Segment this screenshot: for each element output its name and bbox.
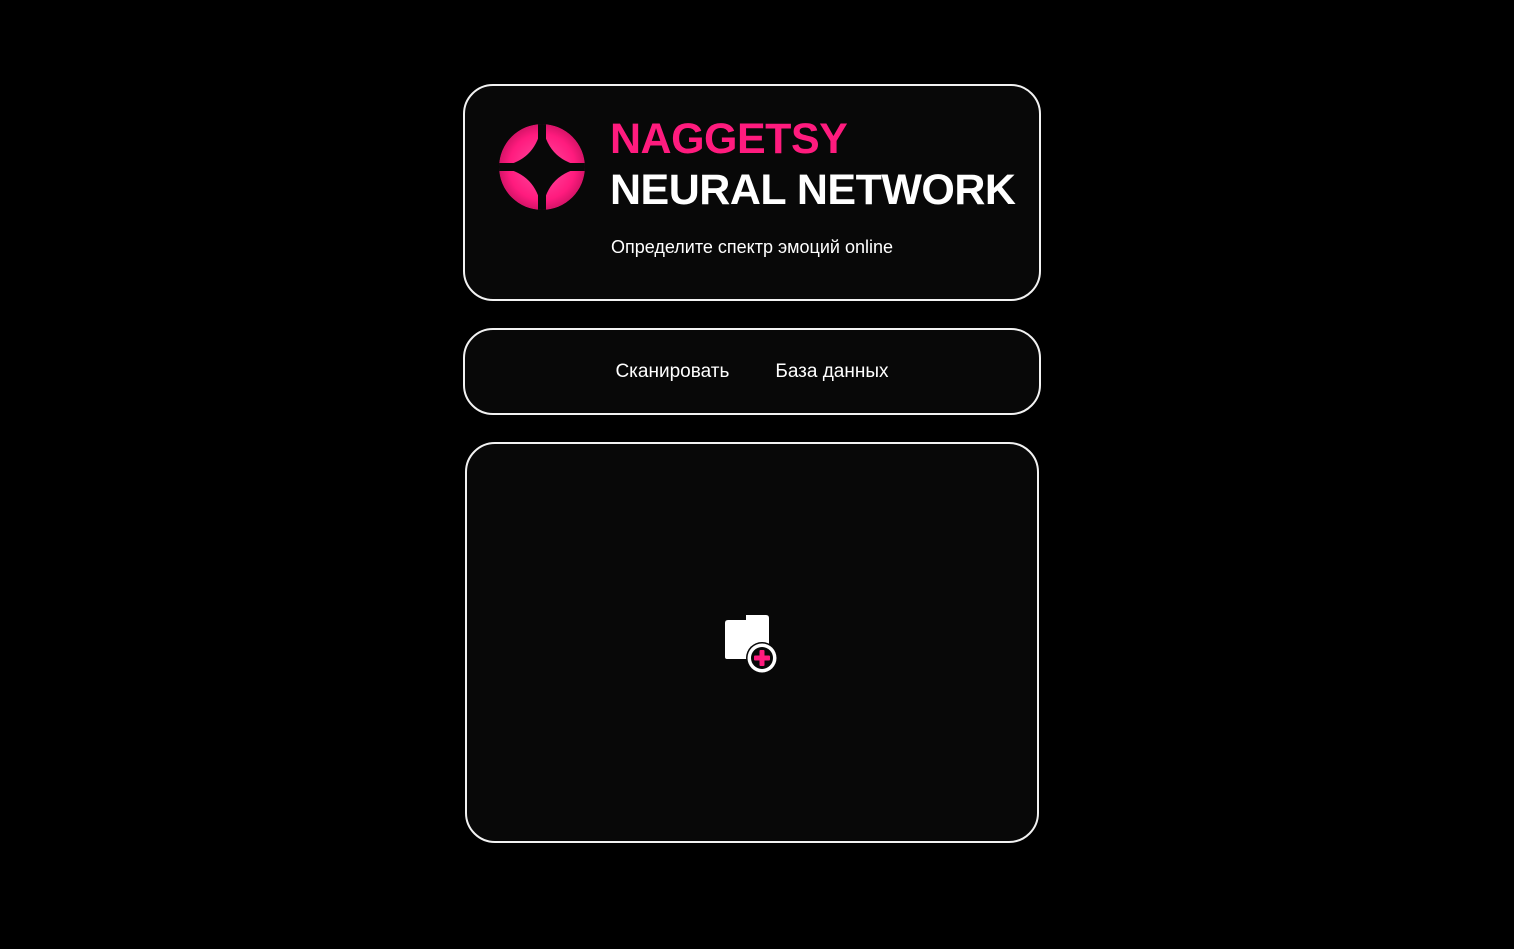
logo-icon xyxy=(499,124,585,210)
upload-dropzone[interactable] xyxy=(465,442,1039,843)
tagline: Определите спектр эмоций online xyxy=(610,237,894,257)
nav-scan-link[interactable]: Сканировать xyxy=(614,357,730,387)
brand-subtitle: NEURAL NETWORK xyxy=(610,166,1016,214)
add-file-icon[interactable] xyxy=(719,615,783,679)
brand-name: NAGGETSY xyxy=(610,115,848,163)
page: NAGGETSY NEURAL NETWORK Определите спект… xyxy=(0,0,1514,949)
nav-database-link[interactable]: База данных xyxy=(774,357,889,387)
header-card: NAGGETSY NEURAL NETWORK Определите спект… xyxy=(463,84,1041,301)
nav-card: Сканировать База данных xyxy=(463,328,1041,415)
brand: NAGGETSY NEURAL NETWORK xyxy=(610,115,1016,214)
